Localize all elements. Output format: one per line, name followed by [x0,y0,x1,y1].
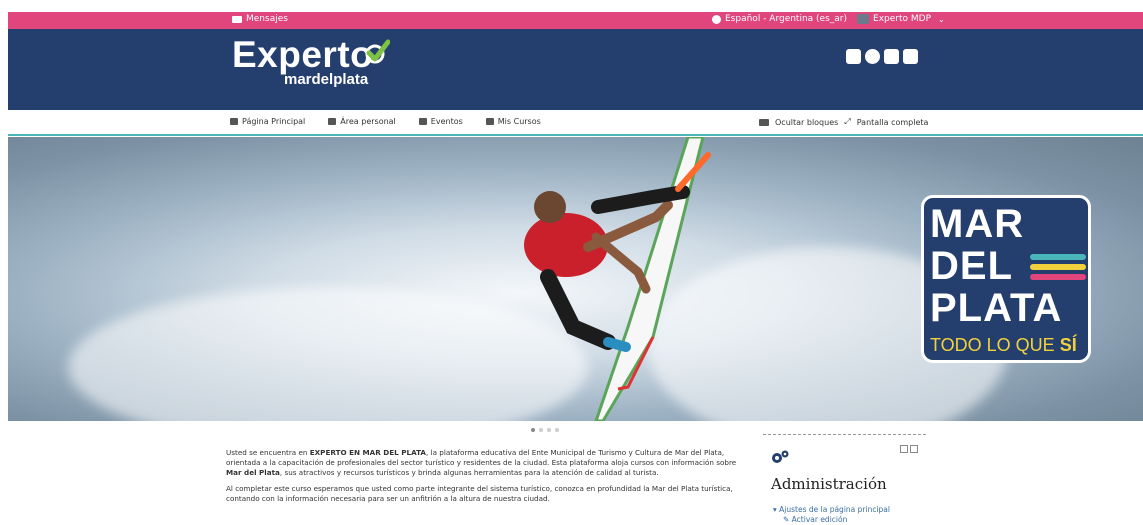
badge-line2: DEL [930,244,1013,288]
badge-tagline: TODO LO QUE SÍ [930,335,1077,356]
facebook-icon[interactable] [884,49,899,64]
carousel-dot[interactable] [539,428,543,432]
home-icon [230,118,238,125]
settings-link[interactable]: ▾ Ajustes de la página principal [773,505,890,515]
text: Usted se encuentra en [226,448,310,457]
social-links [846,49,918,64]
nav-item-label: Área personal [340,117,396,126]
nav-item-my-courses[interactable]: Mis Cursos [485,117,541,126]
text: Al completar este curso esperamos que us… [226,484,733,503]
badge-stripe [1030,274,1086,280]
collapse-icon[interactable] [900,445,908,453]
badge-line1: MAR [930,202,1025,246]
carousel-dot[interactable] [555,428,559,432]
dock-icon[interactable] [910,445,918,453]
envelope-icon [232,15,242,23]
carousel-dot[interactable] [531,428,535,432]
text-bold: EXPERTO EN MAR DEL PLATA [309,448,426,457]
text-bold: Mar del Plata [226,468,280,477]
nav-item-label: Mis Cursos [497,117,541,126]
text: , sus atractivos y recursos turísticos y… [279,468,659,477]
fullscreen-button[interactable]: Pantalla completa [857,118,929,127]
briefcase-icon [485,118,494,125]
expand-icon: ⤢ [844,117,851,126]
nav-item-dashboard[interactable]: Área personal [328,117,396,126]
badge-line3: PLATA [930,286,1063,330]
nav-item-label: Eventos [430,117,463,126]
chevron-down-icon[interactable]: ⌄ [938,15,945,24]
avatar[interactable] [857,14,870,24]
user-menu[interactable]: Experto MDP [873,14,931,24]
block-title-text: Administración [771,475,887,493]
badge-tag-emph: SÍ [1059,335,1077,355]
intro-paragraph: Usted se encuentra en EXPERTO EN MAR DEL… [226,448,744,478]
calendar-icon [418,118,427,125]
messages-link[interactable]: Mensajes [232,14,288,24]
top-bar: Mensajes Español - Argentina (es_ar) Exp… [8,12,1143,29]
badge-stripe [1030,254,1086,260]
badge-tag-main: TODO LO QUE [930,335,1060,355]
hide-blocks-icon [759,118,769,126]
nav-item-label: Página Principal [242,117,306,126]
globe-icon [712,14,721,24]
settings-link-label: Ajustes de la página principal [779,505,890,514]
intro-text: Usted se encuentra en EXPERTO EN MAR DEL… [226,448,744,510]
surfer-image [524,137,711,421]
dashboard-icon [328,118,337,125]
badge-stripe [1030,264,1086,270]
checkmark-icon [365,39,390,64]
twitter-icon[interactable] [903,49,918,64]
site-logo[interactable]: Experto mardelplata [232,34,390,88]
hide-blocks-button[interactable]: Ocultar bloques [775,118,838,127]
instagram-icon[interactable] [846,49,861,64]
logo-line1: Experto [232,34,374,75]
carousel-indicators [531,428,559,432]
edit-mode-link[interactable]: ✎ Activar edición [783,515,890,525]
intro-paragraph: Al completar este curso esperamos que us… [226,484,744,504]
main-nav: Página Principal Área personal Eventos M… [8,110,1143,136]
nav-item-events[interactable]: Eventos [418,117,463,126]
gear-icon [772,450,789,463]
language-menu[interactable]: Español - Argentina (es_ar) [725,14,847,24]
block-title: Administración [771,445,901,497]
hero-carousel[interactable]: MAR DEL PLATA TODO LO QUE SÍ [8,137,1143,421]
site-header: Experto mardelplata [8,29,1143,110]
block-controls [900,445,918,453]
messages-label: Mensajes [246,14,288,24]
mar-del-plata-badge: MAR DEL PLATA TODO LO QUE SÍ [921,195,1091,363]
carousel-dot[interactable] [547,428,551,432]
nav-item-home[interactable]: Página Principal [230,117,305,126]
globe-icon[interactable] [865,49,880,64]
admin-block: Administración ▾ Ajustes de la página pr… [763,434,926,524]
edit-mode-label: Activar edición [791,515,848,524]
logo-line2: mardelplata [284,71,369,88]
